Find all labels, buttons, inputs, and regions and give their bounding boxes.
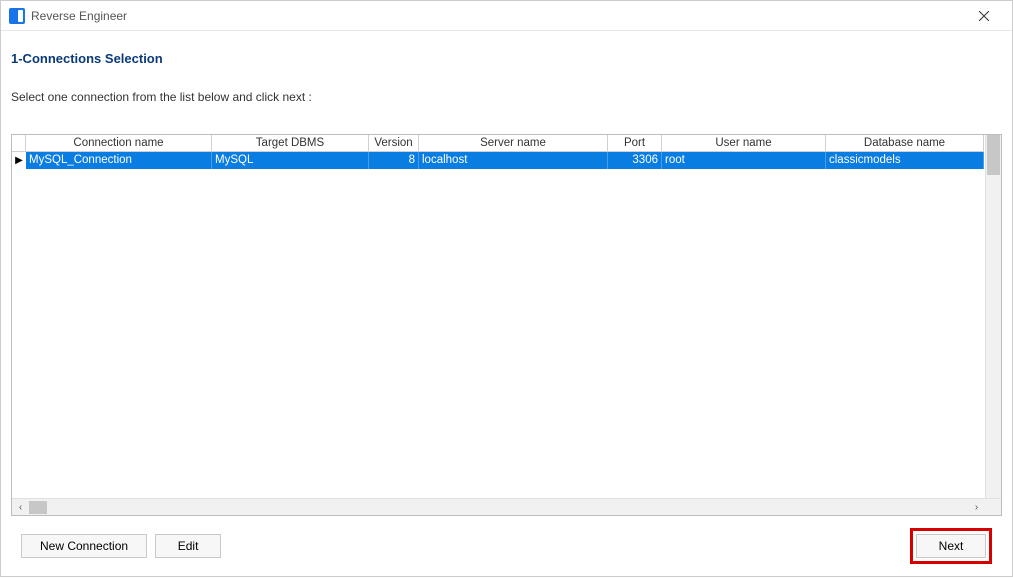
grid-body: ▶ MySQL_Connection MySQL 8 localhost 330… bbox=[12, 152, 1001, 498]
next-button[interactable]: Next bbox=[916, 534, 986, 558]
cell-database-name: classicmodels bbox=[826, 152, 984, 169]
cell-target-dbms: MySQL bbox=[212, 152, 369, 169]
col-port[interactable]: Port bbox=[608, 135, 662, 152]
col-connection-name[interactable]: Connection name bbox=[26, 135, 212, 152]
row-indicator-icon: ▶ bbox=[12, 152, 26, 169]
new-connection-button[interactable]: New Connection bbox=[21, 534, 147, 558]
edit-button[interactable]: Edit bbox=[155, 534, 221, 558]
vertical-scroll-thumb[interactable] bbox=[987, 135, 1000, 175]
row-indicator-header bbox=[12, 135, 26, 152]
step-instruction: Select one connection from the list belo… bbox=[11, 90, 1002, 104]
horizontal-scrollbar[interactable]: ‹ › bbox=[12, 498, 1001, 515]
titlebar: Reverse Engineer bbox=[1, 1, 1012, 31]
cell-server-name: localhost bbox=[419, 152, 608, 169]
scroll-right-icon[interactable]: › bbox=[968, 499, 985, 516]
col-user-name[interactable]: User name bbox=[662, 135, 826, 152]
vertical-scrollbar[interactable] bbox=[985, 135, 1001, 498]
app-icon bbox=[9, 8, 25, 24]
window-title: Reverse Engineer bbox=[31, 9, 127, 23]
cell-port: 3306 bbox=[608, 152, 662, 169]
col-database-name[interactable]: Database name bbox=[826, 135, 984, 152]
close-button[interactable] bbox=[964, 2, 1004, 30]
horizontal-scroll-thumb[interactable] bbox=[29, 501, 47, 514]
connections-table: Connection name Target DBMS Version Serv… bbox=[11, 134, 1002, 516]
cell-connection-name: MySQL_Connection bbox=[26, 152, 212, 169]
col-target-dbms[interactable]: Target DBMS bbox=[212, 135, 369, 152]
cell-version: 8 bbox=[369, 152, 419, 169]
grid: Connection name Target DBMS Version Serv… bbox=[12, 135, 1001, 498]
close-icon bbox=[979, 11, 989, 21]
table-row[interactable]: ▶ MySQL_Connection MySQL 8 localhost 330… bbox=[12, 152, 1001, 169]
wizard-content: 1-Connections Selection Select one conne… bbox=[1, 31, 1012, 578]
col-server-name[interactable]: Server name bbox=[419, 135, 608, 152]
col-version[interactable]: Version bbox=[369, 135, 419, 152]
grid-header-row: Connection name Target DBMS Version Serv… bbox=[12, 135, 1001, 152]
footer-buttons: New Connection Edit Next bbox=[11, 516, 1002, 578]
scroll-left-icon[interactable]: ‹ bbox=[12, 499, 29, 516]
step-heading: 1-Connections Selection bbox=[11, 51, 1002, 66]
cell-user-name: root bbox=[662, 152, 826, 169]
next-button-highlight: Next bbox=[910, 528, 992, 564]
